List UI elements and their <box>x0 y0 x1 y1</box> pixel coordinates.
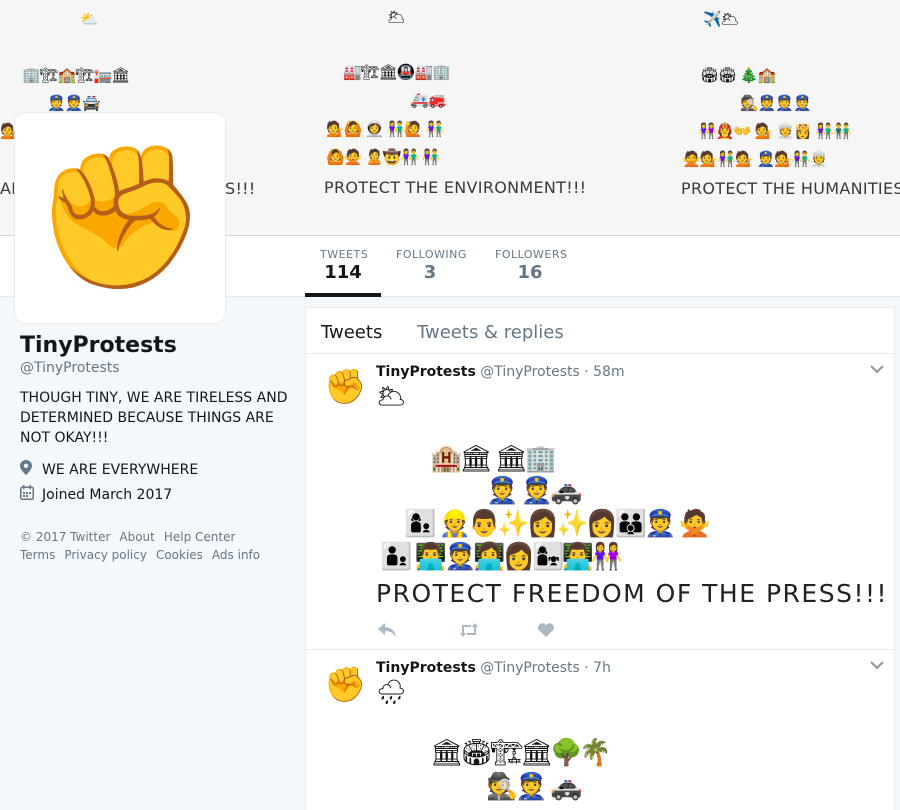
tweet-row-police: 👮 👮🚓 <box>486 476 582 506</box>
tweet-row-people-1: 👩‍👦 👷👨✨👩✨👩👪👮 🙅 <box>404 509 711 539</box>
stat-following[interactable]: FOLLOWING 3 <box>396 248 467 297</box>
tweet-header: TinyProtests @TinyProtests · 7h <box>376 660 611 676</box>
stat-following-value: 3 <box>423 262 437 283</box>
profile-joined-text: Joined March 2017 <box>42 486 173 503</box>
stat-followers[interactable]: FOLLOWERS 16 <box>495 248 568 297</box>
timeline-tabs: Tweets Tweets & replies <box>306 308 894 354</box>
profile-name[interactable]: TinyProtests <box>20 333 290 358</box>
stat-followers-value: 16 <box>517 262 543 283</box>
site-footer: © 2017 Twitter About Help Center Terms Priv… <box>20 528 290 564</box>
tweet-row-police: 🕵👮 🚓 <box>486 772 582 802</box>
tweet-author-handle[interactable]: @TinyProtests <box>480 364 580 380</box>
footer-cookies-link[interactable]: Cookies <box>156 548 203 562</box>
tweet-item[interactable]: ✊ TinyProtests @TinyProtests · 7h 🌧 🏛🏟🏗🏛… <box>306 650 894 810</box>
tweet-item[interactable]: ✊ TinyProtests @TinyProtests · 58m 🌥 🏨🏛 … <box>306 354 894 650</box>
banner-people-3a: 👭👩‍🚒👐 💁 👳👸 👫👬 <box>698 122 852 140</box>
profile-handle[interactable]: @TinyProtests <box>20 360 290 376</box>
stat-tweets-label: TWEETS <box>320 248 369 261</box>
stat-followers-label: FOLLOWERS <box>495 248 568 261</box>
profile-card: TinyProtests @TinyProtests THOUGH TINY, … <box>20 333 290 564</box>
calendar-icon <box>20 485 42 504</box>
tweet-header: TinyProtests @TinyProtests · 58m <box>376 364 625 380</box>
tab-tweets[interactable]: Tweets <box>321 322 382 343</box>
chevron-down-icon[interactable] <box>870 362 884 378</box>
tweet-timestamp[interactable]: · 7h <box>584 660 611 676</box>
tweet-avatar[interactable]: ✊ <box>324 370 366 404</box>
tweet-row-people-2: 👨‍👦 👨‍💻👮👩‍💻👩👩‍👧👨‍💻👭 <box>380 542 623 572</box>
like-icon[interactable] <box>538 622 618 641</box>
profile-bio: THOUGH TINY, WE ARE TIRELESS AND DETERMI… <box>20 390 288 446</box>
reply-icon[interactable] <box>378 622 458 641</box>
footer-about-link[interactable]: About <box>119 530 154 544</box>
profile-location: WE ARE EVERYWHERE <box>20 460 290 479</box>
banner-vehicles-2: 🚑🚒 <box>410 91 446 109</box>
tweet-actions <box>378 622 618 641</box>
stat-tweets[interactable]: TWEETS 114 <box>305 248 381 297</box>
footer-privacy-link[interactable]: Privacy policy <box>64 548 147 562</box>
raised-fist-icon: ✊ <box>32 136 208 299</box>
tweet-sky: 🌥 <box>376 382 407 410</box>
profile-avatar[interactable]: ✊ <box>15 113 225 323</box>
banner-text-environment: PROTECT THE ENVIRONMENT!!! <box>324 178 587 197</box>
banner-buildings-2: 🏭🏗🏛🚇🏭🏢 <box>343 63 451 81</box>
banner-buildings-3: 🏟🏟 🎄🏫 <box>700 66 776 84</box>
banner-weather-2: 🌥 <box>387 8 406 26</box>
banner-police-1: 👮👮🚔 <box>47 94 101 112</box>
banner-text-humanities: PROTECT THE HUMANITIES <box>681 179 900 198</box>
banner-people-3b: 🙅💁👫💁 👮💁👫👳 <box>682 150 828 168</box>
tweet-timestamp[interactable]: · 58m <box>584 364 624 380</box>
tab-tweets-replies[interactable]: Tweets & replies <box>417 322 564 343</box>
tweet-row-buildings: 🏨🏛 🏛🏢 <box>430 444 557 474</box>
tweet-author-name[interactable]: TinyProtests <box>376 660 476 676</box>
banner-text-left-end: S!!! <box>225 179 256 198</box>
tweet-text: PROTECT FREEDOM OF THE PRESS!!! <box>376 579 889 608</box>
tweet-sky: 🌧 <box>376 678 407 706</box>
footer-terms-link[interactable]: Terms <box>20 548 55 562</box>
profile-joined: Joined March 2017 <box>20 485 290 504</box>
map-pin-icon <box>20 460 42 479</box>
stat-tweets-value: 114 <box>324 262 362 283</box>
banner-people-2b: 🙆🙅 🙎🤠👫 👫 <box>326 148 441 166</box>
tweet-avatar[interactable]: ✊ <box>324 668 366 702</box>
footer-help-link[interactable]: Help Center <box>164 530 236 544</box>
profile-location-text: WE ARE EVERYWHERE <box>42 461 199 478</box>
banner-police-3: 🕵👮👮👮 <box>740 94 812 112</box>
banner-weather-3: ✈️🌥 <box>703 10 740 28</box>
tweet-author-handle[interactable]: @TinyProtests <box>480 660 580 676</box>
stat-following-label: FOLLOWING <box>396 248 467 261</box>
footer-copyright: © 2017 Twitter <box>20 530 111 544</box>
tweet-row-buildings: 🏛🏟🏗🏛🌳🌴 <box>430 738 612 768</box>
retweet-icon[interactable] <box>458 622 538 641</box>
tweet-timeline: Tweets Tweets & replies ✊ TinyProtests @… <box>305 307 895 810</box>
banner-buildings-1: 🏢🏗🏫🏗🏣🏛 <box>22 66 130 84</box>
footer-ads-link[interactable]: Ads info <box>212 548 260 562</box>
chevron-down-icon[interactable] <box>870 658 884 674</box>
banner-people-2a: 💁🙆 👩‍🚀 👫🙋 👫 <box>326 120 444 138</box>
tweet-author-name[interactable]: TinyProtests <box>376 364 476 380</box>
banner-weather-1: ⛅ <box>80 10 99 28</box>
